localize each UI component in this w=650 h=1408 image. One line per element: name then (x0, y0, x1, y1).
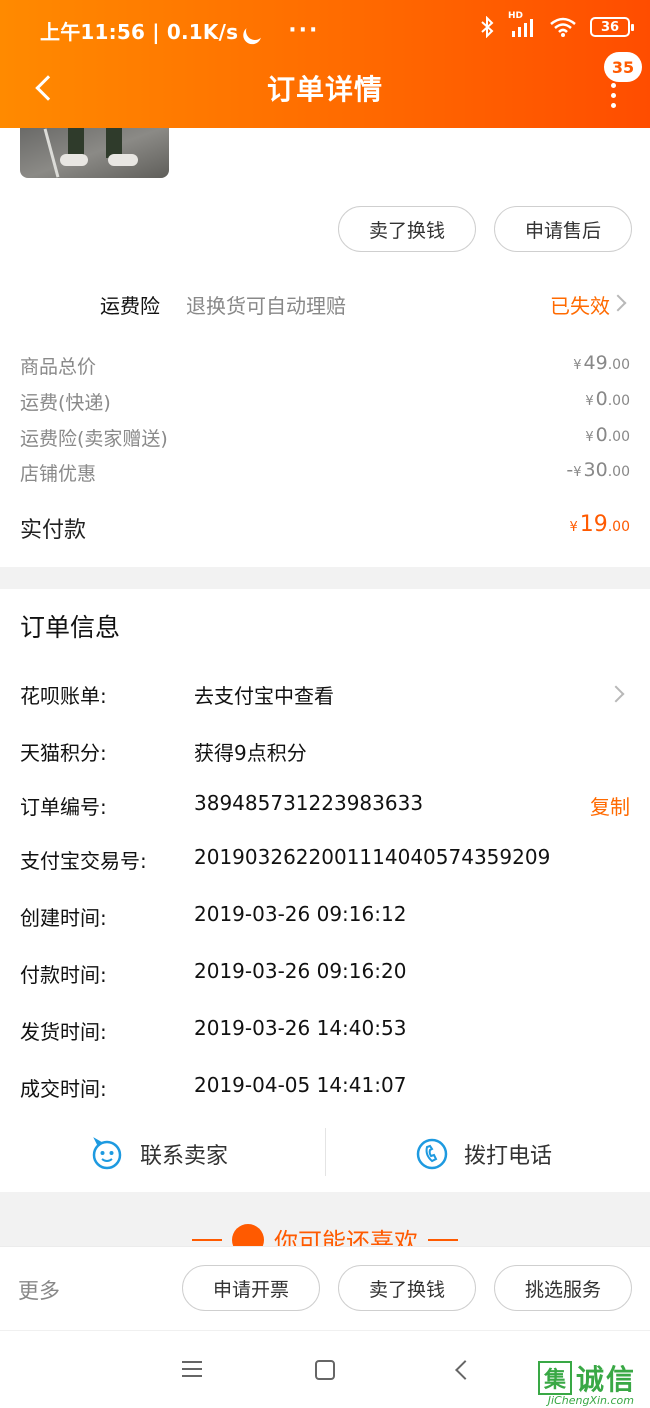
price-row-discount: 店铺优惠 -¥ 30.00 (0, 459, 650, 489)
contact-seller-button[interactable]: 联系卖家 (90, 1122, 228, 1186)
message-count-badge[interactable]: 35 (604, 52, 642, 82)
price-row-insurance: 运费险(卖家赠送) ¥0.00 (0, 424, 650, 454)
apply-invoice-button[interactable]: 申请开票 (182, 1265, 320, 1311)
menu-line-icon (182, 1375, 202, 1377)
shipping-insurance-row[interactable]: 运费险 退换货可自动理赔 已失效 (0, 280, 650, 326)
recent-apps-button[interactable] (182, 1361, 202, 1377)
insurance-status: 已失效 (550, 294, 610, 318)
info-value: 获得9点积分 (194, 741, 307, 765)
decor-dash (428, 1238, 458, 1241)
wifi-icon (550, 17, 576, 37)
paid-time-row: 付款时间: 2019-03-26 09:16:20 (0, 953, 650, 993)
more-dot-icon (610, 83, 616, 88)
decor-dash (192, 1238, 222, 1241)
app-header: 上午11:56 | 0.1K/s ··· HD 36 订单详情 35 (0, 0, 650, 128)
huabei-bill-row[interactable]: 花呗账单: 去支付宝中查看 (0, 674, 650, 714)
recommendation-title: 你可能还喜欢 (0, 1222, 650, 1246)
watermark-url: JiChengXin.com (547, 1394, 634, 1407)
price-label: 店铺优惠 (20, 463, 97, 485)
order-number-row: 订单编号: 389485731223983633 复制 (0, 785, 650, 825)
sell-exchange-bottom-button[interactable]: 卖了换钱 (338, 1265, 476, 1311)
tmall-points-row: 天猫积分: 获得9点积分 (0, 731, 650, 771)
total-paid-value: ¥19.00 (569, 512, 630, 537)
status-bar: 上午11:56 | 0.1K/s ··· HD 36 (0, 0, 650, 62)
price-row-shipping: 运费(快递) ¥0.00 (0, 388, 650, 418)
info-value: 去支付宝中查看 (194, 684, 334, 708)
price-label: 运费(快递) (20, 392, 111, 414)
heart-icon (232, 1223, 264, 1246)
info-label: 成交时间: (20, 1077, 107, 1101)
info-value: 2019-03-26 09:16:20 (194, 959, 407, 983)
price-value: ¥0.00 (585, 424, 630, 446)
status-more-dots: ··· (288, 18, 320, 43)
product-image[interactable] (20, 128, 169, 178)
recommendation-section: 你可能还喜欢 (0, 1192, 650, 1246)
watermark-text: 诚信 (575, 1363, 636, 1396)
contact-row: 联系卖家 拨打电话 (0, 1122, 650, 1192)
info-label: 创建时间: (20, 906, 107, 930)
menu-line-icon (182, 1361, 202, 1363)
info-label: 天猫积分: (20, 741, 107, 765)
bottom-action-bar: 更多 申请开票 卖了换钱 挑选服务 (0, 1246, 650, 1330)
created-time-row: 创建时间: 2019-03-26 09:16:12 (0, 896, 650, 936)
bluetooth-icon (481, 16, 494, 38)
info-value: 2019-04-05 14:41:07 (194, 1073, 407, 1097)
price-row-goods: 商品总价 ¥49.00 (0, 352, 650, 382)
chevron-right-icon (607, 685, 625, 703)
home-button[interactable] (315, 1360, 335, 1380)
status-left: 上午11:56 | 0.1K/s ··· (40, 16, 319, 45)
total-paid-label: 实付款 (20, 518, 87, 543)
copy-order-number-button[interactable]: 复制 (590, 791, 630, 820)
system-back-button[interactable] (455, 1360, 475, 1380)
moon-icon (244, 19, 267, 42)
price-value: -¥ 30.00 (566, 459, 630, 481)
info-value: 2019032622001114040574359209 (194, 845, 551, 869)
chevron-right-icon (609, 294, 627, 312)
shipped-time-row: 发货时间: 2019-03-26 14:40:53 (0, 1010, 650, 1050)
status-time: 上午11:56 | 0.1K/s (40, 20, 239, 44)
insurance-label: 运费险 (100, 294, 160, 318)
price-label: 运费险(卖家赠送) (20, 428, 168, 450)
battery-icon: 36 (590, 17, 634, 37)
contact-divider (325, 1128, 326, 1176)
info-label: 发货时间: (20, 1020, 107, 1044)
call-phone-button[interactable]: 拨打电话 (416, 1122, 552, 1186)
price-value: ¥0.00 (585, 388, 630, 410)
section-divider (0, 567, 650, 589)
price-label: 商品总价 (20, 356, 97, 378)
more-dot-icon (610, 103, 616, 108)
phone-icon (416, 1138, 448, 1170)
sell-exchange-button[interactable]: 卖了换钱 (338, 206, 476, 252)
signal-icon: HD (508, 11, 536, 37)
after-sale-button[interactable]: 申请售后 (494, 206, 632, 252)
completed-time-row: 成交时间: 2019-04-05 14:41:07 (0, 1067, 650, 1107)
menu-line-icon (182, 1368, 202, 1370)
info-label: 花呗账单: (20, 684, 107, 708)
alipay-trade-row: 支付宝交易号: 2019032622001114040574359209 (0, 839, 650, 879)
call-phone-label: 拨打电话 (464, 1144, 553, 1169)
info-label: 付款时间: (20, 963, 107, 987)
choose-service-button[interactable]: 挑选服务 (494, 1265, 632, 1311)
info-value: 2019-03-26 14:40:53 (194, 1016, 407, 1040)
info-label: 订单编号: (20, 795, 107, 819)
watermark-box: 集 (537, 1361, 572, 1395)
more-dot-icon (610, 93, 616, 98)
order-number-value: 389485731223983633 (194, 791, 424, 815)
status-right: HD 36 (480, 11, 634, 38)
watermark-logo: 集 诚信 (537, 1358, 636, 1398)
price-value: ¥49.00 (573, 352, 630, 374)
info-label: 支付宝交易号: (20, 849, 147, 873)
more-button[interactable]: 更多 (18, 1275, 60, 1305)
info-value: 2019-03-26 09:16:12 (194, 902, 407, 926)
recommendation-title-text: 你可能还喜欢 (274, 1228, 418, 1246)
chat-bubble-icon (92, 1137, 122, 1170)
page-title: 订单详情 (266, 73, 383, 106)
contact-seller-label: 联系卖家 (140, 1144, 229, 1169)
insurance-description: 退换货可自动理赔 (186, 294, 346, 318)
order-info-title: 订单信息 (20, 613, 121, 642)
